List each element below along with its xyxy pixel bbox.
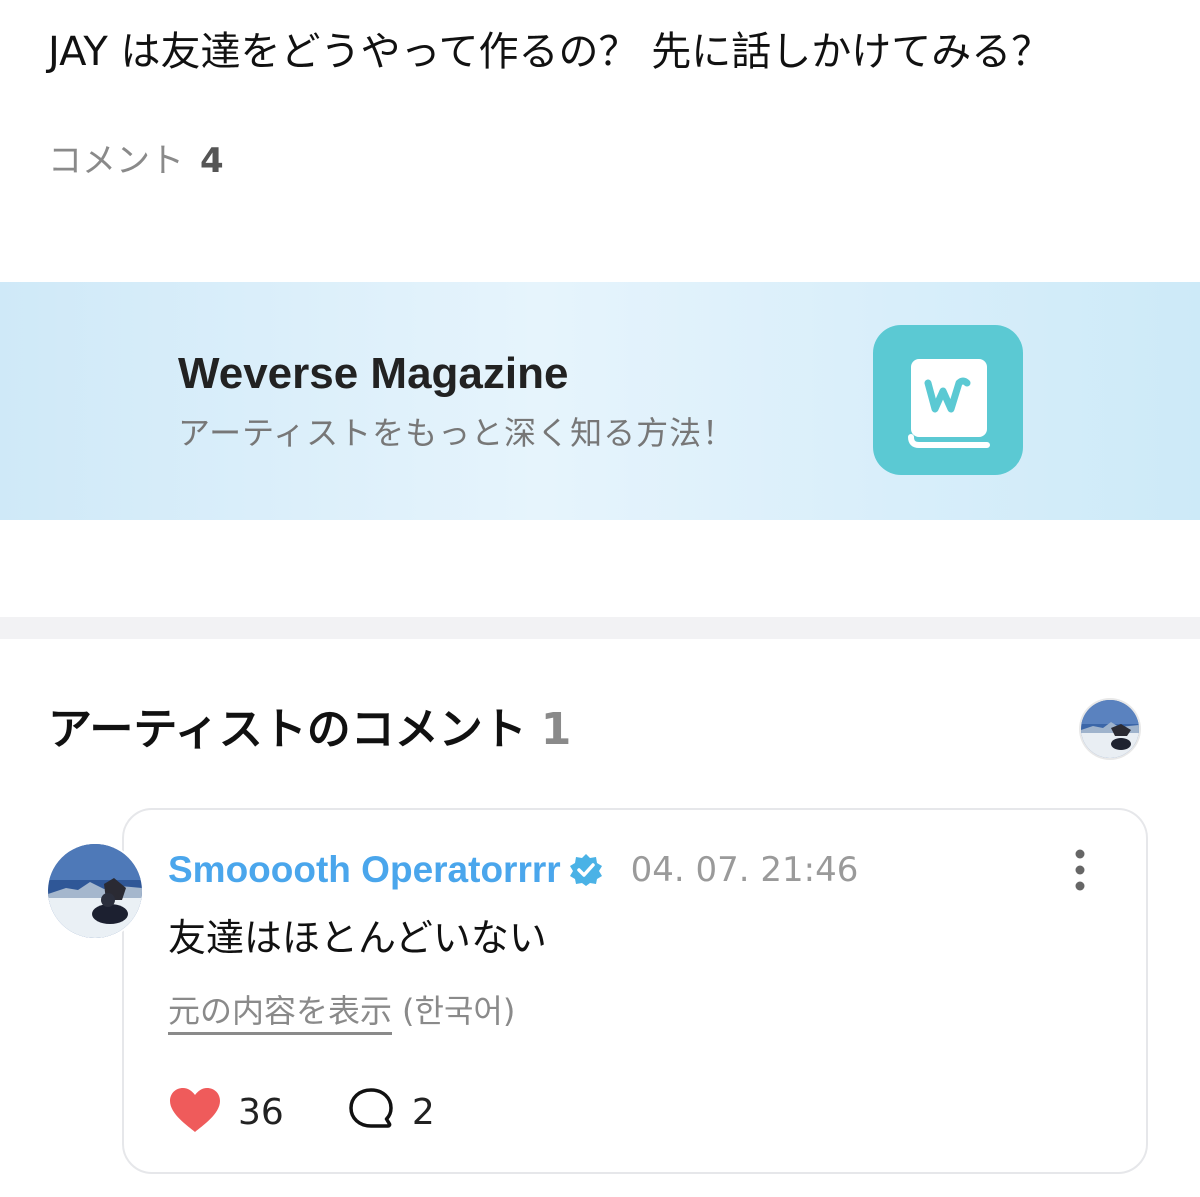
banner-subtitle: アーティストをもっと深く知る方法！ [178,414,736,452]
comment-body: 友達はほとんどいない [168,916,547,960]
comment-author-row: Smooooth Operatorrrr 04. 07. 21:46 [168,846,858,894]
artist-avatar[interactable] [1081,700,1139,758]
speech-bubble-icon [346,1086,396,1138]
comments-label: コメント [48,141,184,181]
heart-icon [168,1086,222,1138]
reply-button[interactable]: 2 [346,1086,435,1138]
weverse-magazine-book-icon [873,325,1023,475]
translation-row: 元の内容を表示 (한국어) [168,988,516,1035]
verified-badge-icon [569,853,603,887]
original-language: (한국어) [402,992,516,1030]
comment-count[interactable]: コメント 4 [48,138,224,184]
artist-comments-heading: アーティストのコメント 1 [48,702,571,758]
comment-author-name[interactable]: Smooooth Operatorrrr [168,849,561,891]
comment-actions: 36 2 [168,1086,435,1138]
reply-count: 2 [411,1091,435,1133]
show-original-link[interactable]: 元の内容を表示 [168,992,393,1035]
artist-comments-count: 1 [540,704,572,755]
banner-title: Weverse Magazine [178,349,569,398]
weverse-magazine-banner[interactable]: Weverse Magazine アーティストをもっと深く知る方法！ [0,282,1200,520]
like-count: 36 [238,1091,284,1133]
more-options-icon[interactable] [1062,848,1098,892]
section-separator [0,617,1200,639]
comment-author-avatar[interactable] [48,844,142,938]
like-button[interactable]: 36 [168,1086,284,1138]
comment-timestamp: 04. 07. 21:46 [630,850,859,890]
post-text: JAY は友達をどうやって作るの？ 先に話しかけてみる？ [48,29,1052,75]
artist-comments-title: アーティストのコメント [48,704,527,755]
comments-count-number: 4 [200,141,224,181]
